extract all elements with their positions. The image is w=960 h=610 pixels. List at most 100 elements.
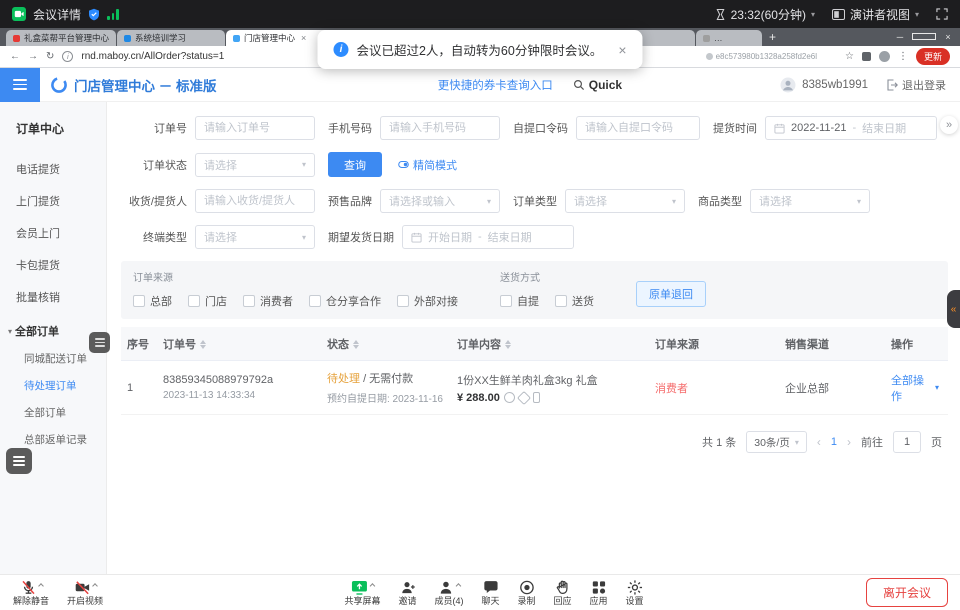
dot-icon xyxy=(706,53,713,60)
order-status-select[interactable]: 请选择 ▾ xyxy=(195,153,315,177)
reload-icon[interactable]: ↻ xyxy=(46,51,54,62)
col-content[interactable]: 订单内容 xyxy=(451,336,649,352)
browser-update-button[interactable]: 更新 xyxy=(916,48,950,65)
leave-meeting-button[interactable]: 离开会议 xyxy=(866,578,948,607)
coupon-query-link[interactable]: 更快捷的券卡查询入口 xyxy=(438,77,553,93)
start-video-button[interactable]: 开启视频 xyxy=(67,579,103,606)
checkbox-store[interactable]: 门店 xyxy=(188,293,227,309)
window-minimize-button[interactable]: ─ xyxy=(888,28,912,46)
new-tab-button[interactable]: + xyxy=(769,30,776,44)
user-account[interactable]: 8385wb1991 xyxy=(780,77,868,93)
browser-tab-1[interactable]: 礼盒菜帮平台管理中心 xyxy=(6,30,116,46)
order-number[interactable]: 83859345088979792a xyxy=(163,374,315,386)
expand-caret-icon[interactable] xyxy=(38,583,44,589)
meeting-timer-dropdown[interactable]: 23:32(60分钟) ▾ xyxy=(715,6,815,23)
row-status-cell: 待处理 / 无需付款 预约自提日期: 2023-11-16 xyxy=(321,370,451,405)
caret-down-icon: ▾ xyxy=(935,383,939,392)
forward-icon[interactable]: → xyxy=(28,51,38,62)
order-status-label: 订单状态 xyxy=(121,157,187,173)
filter-presale-brand: 预售品牌 请选择或输入 ▾ xyxy=(328,189,500,213)
browser-tab-2[interactable]: 系统培训学习 xyxy=(117,30,225,46)
caret-down-icon: ▾ xyxy=(857,197,861,206)
order-price: ¥ 288.00 xyxy=(457,392,500,404)
toast-close-icon[interactable]: × xyxy=(618,42,626,58)
extensions-icon[interactable] xyxy=(862,52,871,61)
share-screen-button[interactable]: 共享屏幕 xyxy=(344,579,380,606)
fullscreen-icon[interactable] xyxy=(936,8,948,20)
order-no-input[interactable] xyxy=(195,116,315,140)
calendar-icon xyxy=(774,123,785,134)
expand-caret-icon[interactable] xyxy=(370,583,376,589)
expand-caret-icon[interactable] xyxy=(92,583,98,589)
search-button[interactable]: 查询 xyxy=(328,152,382,177)
chat-button[interactable]: 聊天 xyxy=(481,579,499,606)
phone-input[interactable] xyxy=(380,116,500,140)
browser-profile-icon[interactable] xyxy=(879,51,890,62)
filter-order-status: 订单状态 请选择 ▾ xyxy=(121,153,315,177)
prev-page-button[interactable]: ‹ xyxy=(817,435,821,449)
page-size-select[interactable]: 30条/页 ▾ xyxy=(746,431,807,453)
meeting-footer: 解除静音 开启视频 共享屏幕 xyxy=(0,574,960,610)
window-controls: ─ × xyxy=(888,28,960,46)
goods-type-select[interactable]: 请选择 ▾ xyxy=(750,189,870,213)
sort-icon[interactable] xyxy=(353,340,359,350)
original-order-return-button[interactable]: 原单退回 xyxy=(636,281,706,307)
sidebar-item-member-visit[interactable]: 会员上门 xyxy=(0,217,106,249)
window-maximize-button[interactable] xyxy=(912,28,936,46)
simple-mode-link[interactable]: 精简模式 xyxy=(398,157,457,173)
apps-button[interactable]: 应用 xyxy=(590,579,608,606)
checkbox-hq[interactable]: 总部 xyxy=(133,293,172,309)
view-mode-dropdown[interactable]: 演讲者视图 ▾ xyxy=(832,6,919,23)
next-page-button[interactable]: › xyxy=(847,435,851,449)
terminal-type-select[interactable]: 请选择 ▾ xyxy=(195,225,315,249)
sidebar-subitem-pending-orders[interactable]: 待处理订单 xyxy=(0,372,106,399)
sidebar-item-phone-pickup[interactable]: 电话提货 xyxy=(0,153,106,185)
floating-list-button[interactable] xyxy=(6,448,32,474)
record-button[interactable]: 录制 xyxy=(517,579,535,606)
bookmark-star-icon[interactable]: ☆ xyxy=(845,51,854,62)
sidebar-subitem-all-orders[interactable]: 全部订单 xyxy=(0,399,106,426)
pickup-code-input[interactable] xyxy=(576,116,700,140)
checkbox-external[interactable]: 外部对接 xyxy=(397,293,458,309)
side-drawer-handle[interactable]: « xyxy=(947,290,960,328)
pickup-time-range-input[interactable]: 2022-11-21 - 结束日期 xyxy=(765,116,937,140)
sidebar-drag-handle[interactable] xyxy=(89,332,110,353)
sidebar-item-card-pickup[interactable]: 卡包提货 xyxy=(0,249,106,281)
sidebar-item-batch-verify[interactable]: 批量核销 xyxy=(0,281,106,313)
hamburger-menu-icon[interactable] xyxy=(0,68,40,102)
members-button[interactable]: 成员(4) xyxy=(434,579,463,606)
quick-search[interactable]: Quick xyxy=(573,78,622,92)
window-close-button[interactable]: × xyxy=(936,28,960,46)
receiver-input[interactable] xyxy=(195,189,315,213)
meeting-details-link[interactable]: 会议详情 xyxy=(33,6,81,23)
back-icon[interactable]: ← xyxy=(10,51,20,62)
current-page[interactable]: 1 xyxy=(831,436,837,448)
checkbox-warehouse-share[interactable]: 仓分享合作 xyxy=(309,293,381,309)
collapse-filters-button[interactable]: » xyxy=(940,116,958,134)
presale-brand-select[interactable]: 请选择或输入 ▾ xyxy=(380,189,500,213)
browser-tab-7[interactable]: … xyxy=(696,30,762,46)
site-info-icon[interactable]: i xyxy=(62,51,73,62)
settings-button[interactable]: 设置 xyxy=(626,579,644,606)
order-type-select[interactable]: 请选择 ▾ xyxy=(565,189,685,213)
ship-date-range-input[interactable]: 开始日期 - 结束日期 xyxy=(402,225,574,249)
unmute-button[interactable]: 解除静音 xyxy=(13,579,49,606)
checkbox-delivery[interactable]: 送货 xyxy=(555,293,594,309)
col-status[interactable]: 状态 xyxy=(321,336,451,352)
goto-page-input[interactable] xyxy=(893,431,921,453)
info-icon: i xyxy=(333,42,348,57)
logout-button[interactable]: 退出登录 xyxy=(886,77,946,93)
checkbox-self-pickup[interactable]: 自提 xyxy=(500,293,539,309)
col-order-no[interactable]: 订单号 xyxy=(157,336,321,352)
checkbox-consumer[interactable]: 消费者 xyxy=(243,293,293,309)
sort-icon[interactable] xyxy=(505,340,511,350)
browser-menu-icon[interactable]: ⋮ xyxy=(898,51,908,62)
all-actions-dropdown[interactable]: 全部操作 ▾ xyxy=(891,372,939,404)
reaction-button[interactable]: 回应 xyxy=(554,579,572,606)
url-text[interactable]: rnd.maboy.cn/AllOrder?status=1 xyxy=(81,51,224,62)
tab-close-icon[interactable]: × xyxy=(301,33,306,43)
sort-icon[interactable] xyxy=(200,340,206,350)
invite-button[interactable]: 邀请 xyxy=(398,579,416,606)
expand-caret-icon[interactable] xyxy=(456,583,462,589)
sidebar-item-door-pickup[interactable]: 上门提货 xyxy=(0,185,106,217)
